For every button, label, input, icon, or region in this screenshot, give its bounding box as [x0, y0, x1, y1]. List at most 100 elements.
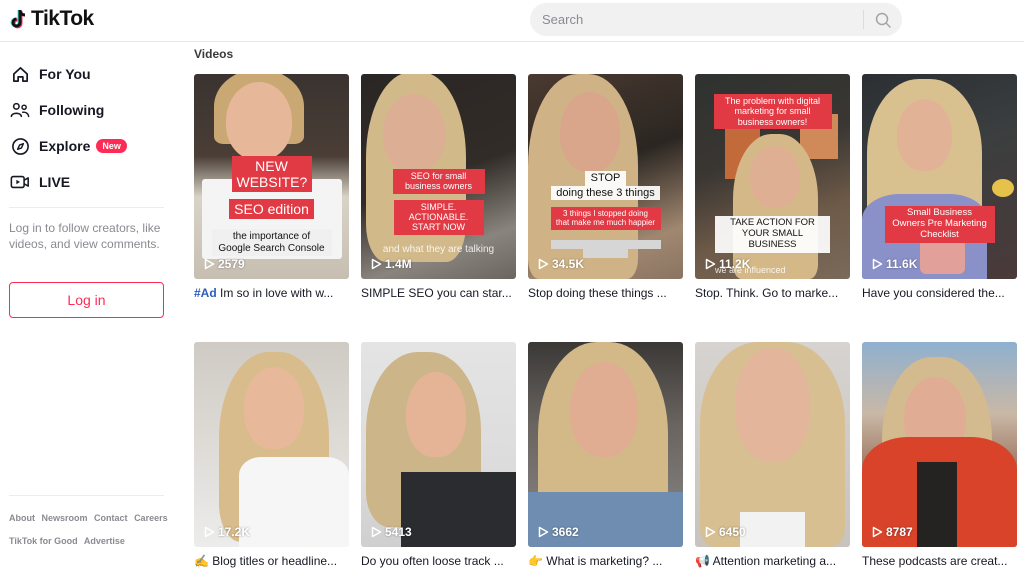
thumbnail-overlay: NEW WEBSITE? SEO edition the importance …	[194, 156, 349, 257]
video-caption[interactable]: ✍ Blog titles or headline...	[194, 553, 349, 569]
caption-text: Attention marketing a...	[712, 554, 837, 568]
thumbnail-face	[560, 92, 620, 172]
play-icon	[204, 526, 215, 538]
thumbnail-face	[735, 347, 810, 462]
search-bar	[530, 3, 902, 36]
video-caption[interactable]: These podcasts are creat...	[862, 553, 1017, 569]
view-count: 5413	[371, 525, 412, 539]
live-video-icon	[10, 172, 30, 192]
overlay-text: TAKE ACTION FOR YOUR SMALL BUSINESS	[730, 217, 815, 250]
play-icon	[872, 258, 883, 270]
thumbnail-overalls	[401, 472, 516, 547]
overlay-text: SEO for small business owners	[404, 171, 473, 192]
tiktok-logo[interactable]: TikTok	[9, 7, 94, 31]
sidebar-item-label: Explore	[39, 138, 91, 154]
footer-link-advertise[interactable]: Advertise	[84, 536, 125, 546]
hashtag-link[interactable]: #Ad	[194, 286, 217, 300]
footer-link-contact[interactable]: Contact	[94, 513, 128, 523]
footer-link-about[interactable]: About	[9, 513, 35, 523]
video-thumbnail[interactable]: STOP doing these 3 things 3 things I sto…	[528, 74, 683, 279]
video-card[interactable]: STOP doing these 3 things 3 things I sto…	[528, 74, 683, 301]
sidebar-item-following[interactable]: Following	[10, 98, 104, 122]
video-thumbnail[interactable]: NEW WEBSITE? SEO edition the importance …	[194, 74, 349, 279]
view-count-value: 11.6K	[886, 257, 918, 271]
overlay-text: SIMPLE. ACTIONABLE. START NOW	[408, 201, 469, 233]
sidebar-divider	[9, 495, 164, 496]
video-caption[interactable]: #Ad Im so in love with w...	[194, 285, 349, 301]
login-button[interactable]: Log in	[9, 282, 164, 318]
video-caption[interactable]: Stop. Think. Go to marke...	[695, 285, 850, 301]
video-thumbnail[interactable]: 3662	[528, 342, 683, 547]
video-thumbnail[interactable]: 8787	[862, 342, 1017, 547]
play-icon	[705, 526, 716, 538]
video-caption[interactable]: Have you considered the...	[862, 285, 1017, 301]
search-button[interactable]	[870, 7, 896, 32]
thumbnail-face	[244, 367, 304, 449]
overlay-text: Small Business Owners Pre Marketing Chec…	[892, 207, 987, 240]
video-thumbnail[interactable]: Small Business Owners Pre Marketing Chec…	[862, 74, 1017, 279]
video-thumbnail[interactable]: 5413	[361, 342, 516, 547]
thumbnail-shirt	[239, 457, 349, 547]
video-card[interactable]: SEO for small business owners SIMPLE. AC…	[361, 74, 516, 301]
logo-text: TikTok	[31, 7, 94, 30]
video-card[interactable]: 6450 📢 Attention marketing a...	[695, 342, 850, 569]
thumbnail-flowers	[992, 179, 1014, 197]
caption-text: Im so in love with w...	[216, 286, 334, 300]
video-thumbnail[interactable]: 17.2K	[194, 342, 349, 547]
video-thumbnail[interactable]: The problem with digital marketing for s…	[695, 74, 850, 279]
home-icon	[10, 64, 30, 84]
video-thumbnail[interactable]: SEO for small business owners SIMPLE. AC…	[361, 74, 516, 279]
thumbnail-face	[406, 372, 466, 457]
video-caption[interactable]: SIMPLE SEO you can star...	[361, 285, 516, 301]
video-caption[interactable]: Stop doing these things ...	[528, 285, 683, 301]
view-count: 11.6K	[872, 257, 917, 271]
video-caption[interactable]: 📢 Attention marketing a...	[695, 553, 850, 569]
overlay-bar	[550, 239, 661, 249]
play-icon	[705, 258, 716, 270]
overlay-text: NEW WEBSITE?	[236, 158, 308, 191]
play-icon	[538, 258, 549, 270]
view-count-value: 5413	[385, 525, 412, 539]
thumbnail-face	[750, 146, 800, 208]
view-count: 1.4M	[371, 257, 412, 271]
play-icon	[872, 526, 883, 538]
video-card[interactable]: 8787 These podcasts are creat...	[862, 342, 1017, 569]
overlay-text: STOP	[590, 172, 621, 184]
view-count-value: 34.5K	[552, 257, 585, 271]
view-count-value: 17.2K	[218, 525, 251, 539]
thumbnail-overlay: STOP doing these 3 things 3 things I sto…	[528, 171, 683, 258]
thumbnail-overlay: Small Business Owners Pre Marketing Chec…	[862, 206, 1017, 243]
sidebar-item-for-you[interactable]: For You	[10, 62, 91, 86]
footer-link-newsroom[interactable]: Newsroom	[42, 513, 88, 523]
video-caption[interactable]: Do you often loose track ...	[361, 553, 516, 569]
video-card[interactable]: Small Business Owners Pre Marketing Chec…	[862, 74, 1017, 301]
top-header: TikTok	[0, 0, 1024, 42]
view-count-value: 8787	[886, 525, 913, 539]
video-card[interactable]: 17.2K ✍ Blog titles or headline...	[194, 342, 349, 569]
video-card[interactable]: NEW WEBSITE? SEO edition the importance …	[194, 74, 349, 301]
video-card[interactable]: 3662 👉 What is marketing? ...	[528, 342, 683, 569]
view-count: 34.5K	[538, 257, 584, 271]
login-hint-text: Log in to follow creators, like videos, …	[9, 221, 161, 251]
footer-links: About Newsroom Contact Careers TikTok fo…	[9, 507, 179, 553]
search-input[interactable]	[542, 3, 852, 36]
users-icon	[10, 100, 30, 120]
tiktok-note-icon	[10, 9, 26, 29]
sidebar-divider	[9, 207, 164, 208]
video-thumbnail[interactable]: 6450	[695, 342, 850, 547]
overlay-text: the importance of Google Search Console	[218, 231, 325, 254]
overlay-text: The problem with digital marketing for s…	[724, 96, 821, 127]
footer-link-careers[interactable]: Careers	[134, 513, 168, 523]
new-badge: New	[96, 139, 127, 153]
writing-hand-emoji: ✍	[194, 554, 209, 568]
video-caption[interactable]: 👉 What is marketing? ...	[528, 553, 683, 569]
caption-text: What is marketing? ...	[546, 554, 663, 568]
sidebar-item-live[interactable]: LIVE	[10, 170, 70, 194]
video-card[interactable]: The problem with digital marketing for s…	[695, 74, 850, 301]
footer-link-tiktok-for-good[interactable]: TikTok for Good	[9, 536, 78, 546]
overlay-subtitle: and what they are talking	[382, 244, 495, 255]
play-icon	[204, 258, 215, 270]
thumbnail-face	[226, 82, 292, 160]
video-card[interactable]: 5413 Do you often loose track ...	[361, 342, 516, 569]
sidebar-item-explore[interactable]: Explore New	[10, 134, 127, 158]
